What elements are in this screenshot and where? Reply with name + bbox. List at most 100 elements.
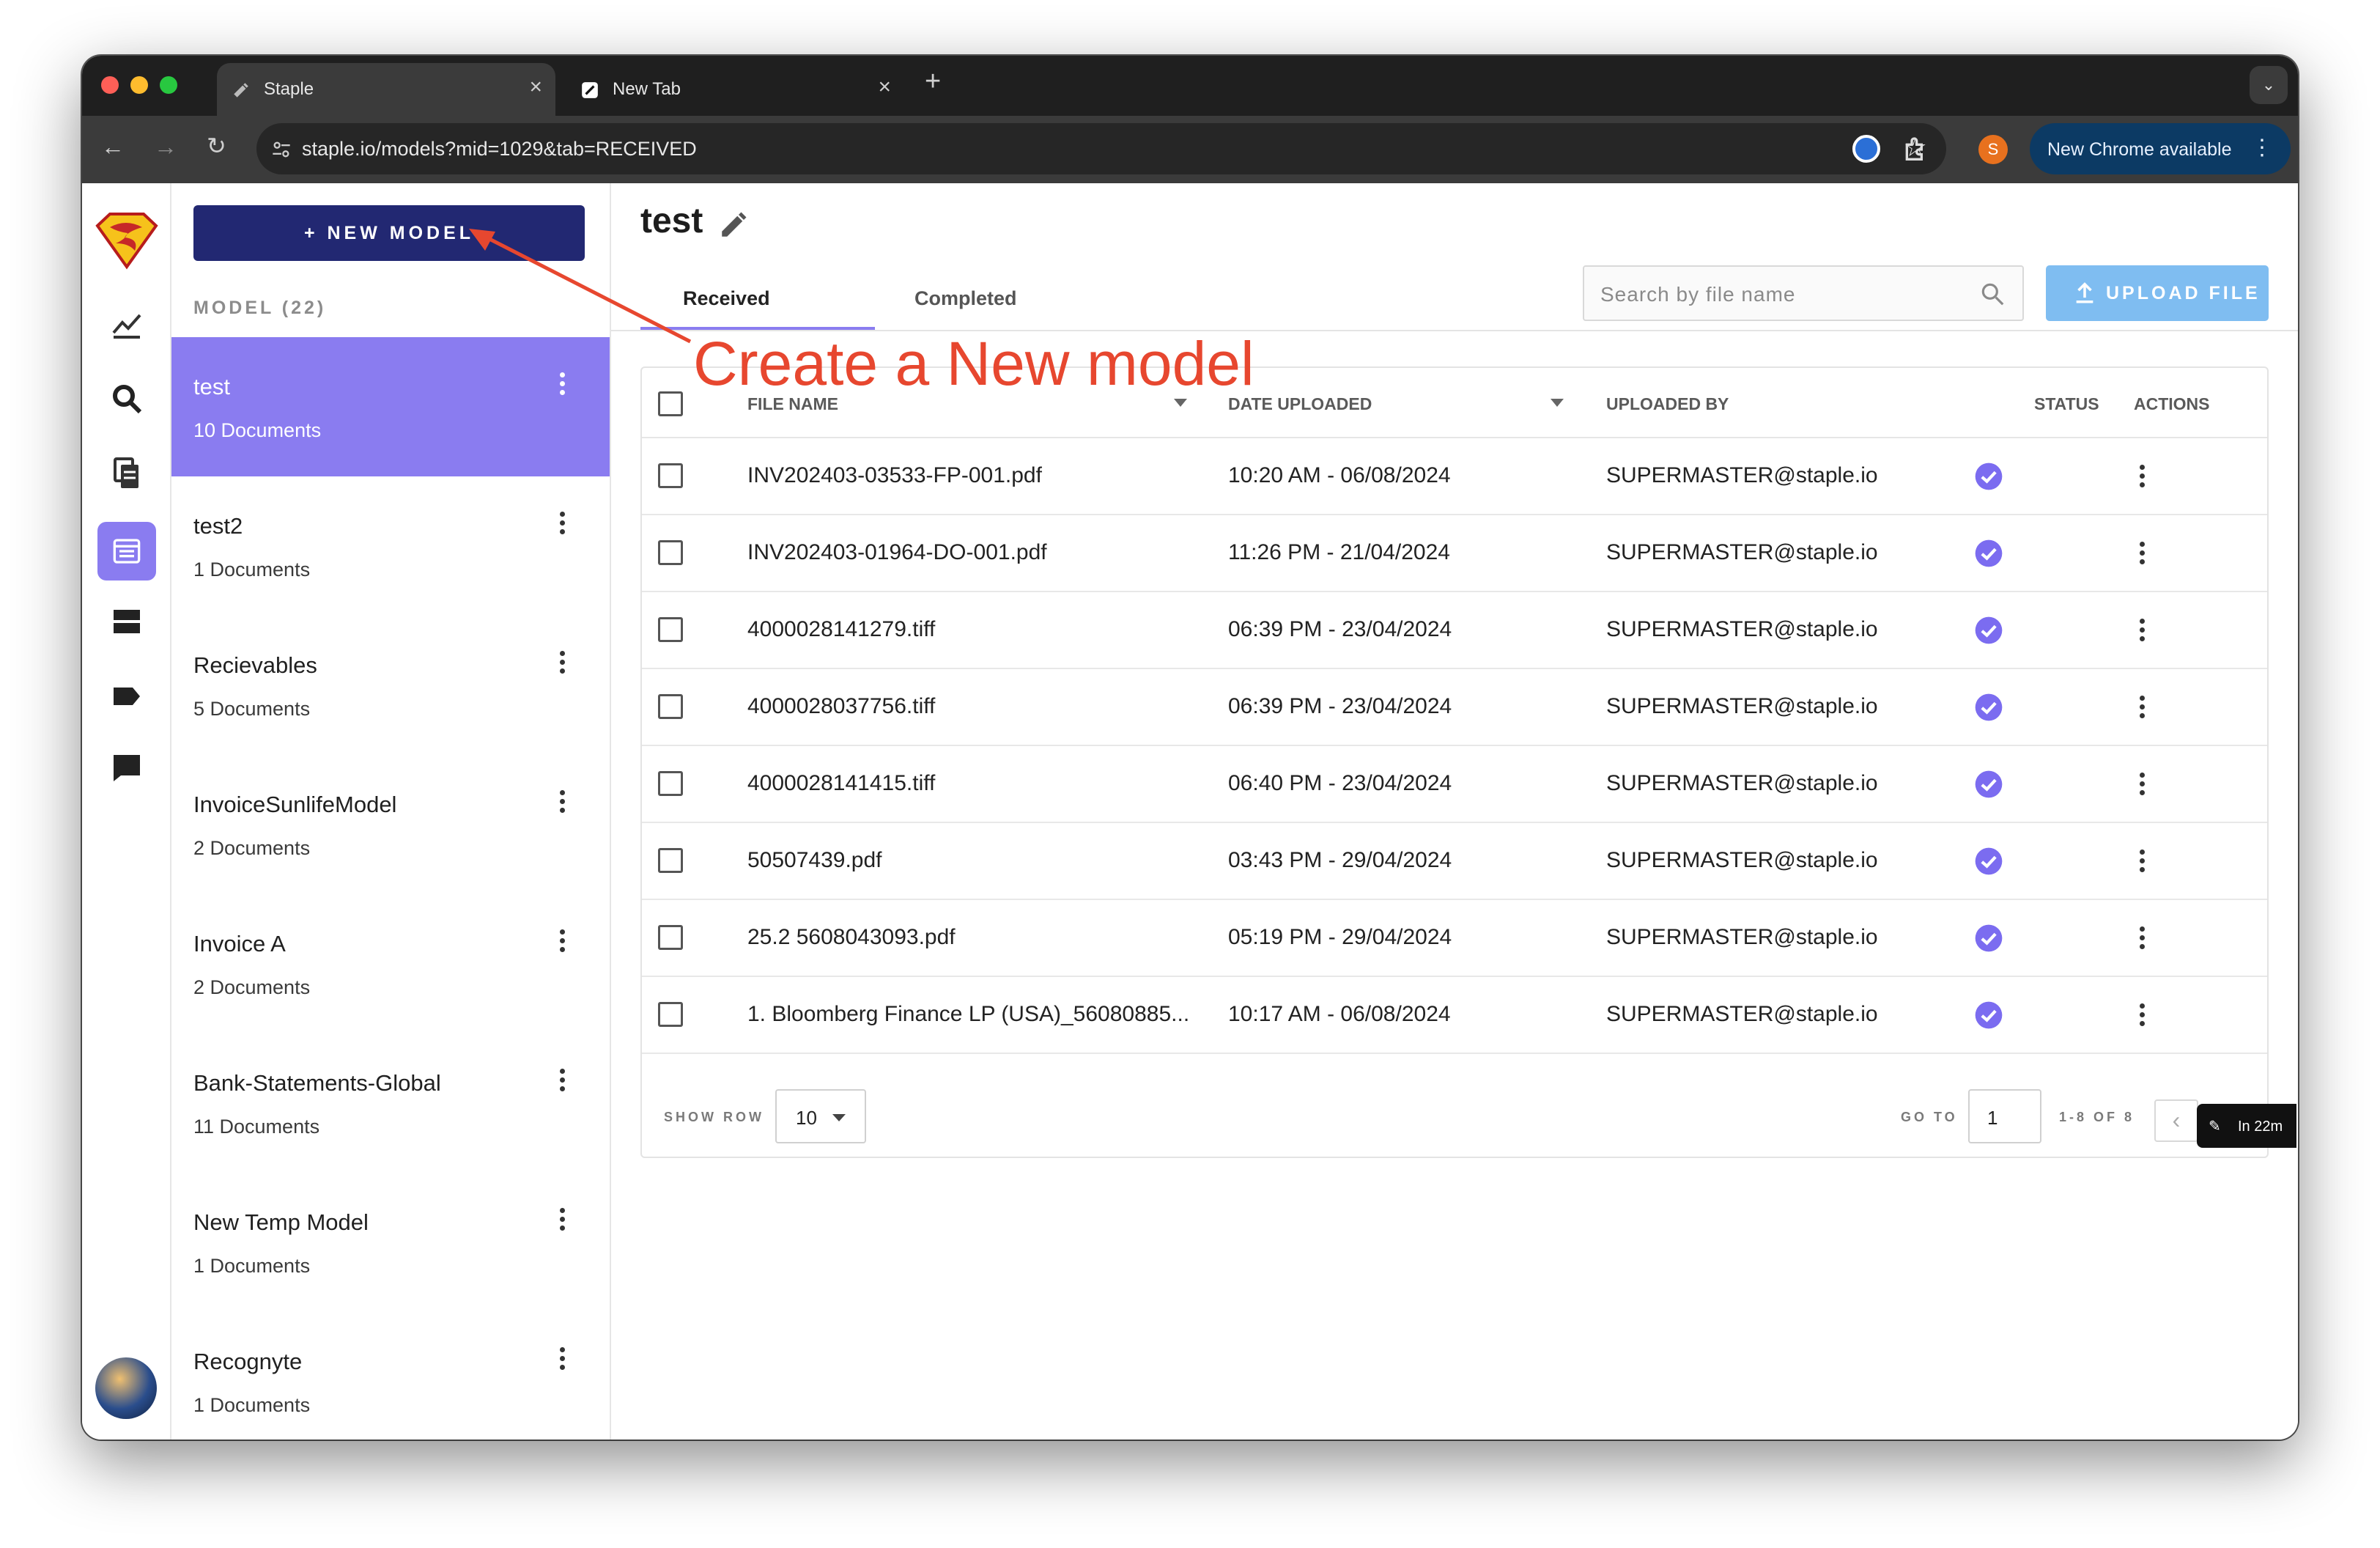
row-checkbox[interactable] [658,540,683,565]
model-more-icon[interactable] [560,512,566,535]
file-name[interactable]: 25.2 5608043093.pdf [747,925,956,950]
status-check-icon [1975,616,2003,644]
new-chrome-available-button[interactable]: New Chrome available ⋮ [2030,123,2291,174]
row-actions-icon[interactable] [2140,542,2146,565]
table-row[interactable]: INV202403-03533-FP-001.pdf 10:20 AM - 06… [642,438,2267,515]
new-tab-plus-icon[interactable]: + [925,66,941,97]
model-item-invoice-a[interactable]: Invoice A 2 Documents [171,894,610,1033]
storage-icon[interactable] [109,604,144,639]
row-checkbox[interactable] [658,617,683,642]
upload-file-button[interactable]: UPLOAD FILE [2046,265,2269,321]
tab-received[interactable]: Received [683,287,770,310]
go-to-page-input[interactable]: 1 [1968,1089,2041,1143]
row-checkbox[interactable] [658,1002,683,1027]
model-more-icon[interactable] [560,790,566,814]
model-item-test[interactable]: test 10 Documents [171,337,610,476]
site-settings-icon[interactable] [271,139,292,160]
forward-arrow-icon[interactable]: → [154,133,177,161]
minimize-window-icon[interactable] [130,76,148,94]
label-tag-icon[interactable] [109,679,144,714]
superman-logo-icon[interactable] [95,211,158,270]
edit-pencil-icon[interactable] [718,210,749,240]
file-name[interactable]: 50507439.pdf [747,848,882,873]
table-row[interactable]: 25.2 5608043093.pdf 05:19 PM - 29/04/202… [642,900,2267,977]
close-tab-icon[interactable]: × [878,75,891,100]
analytics-chart-icon[interactable] [109,306,144,342]
table-row[interactable]: 50507439.pdf 03:43 PM - 29/04/2024 SUPER… [642,823,2267,900]
table-row[interactable]: 4000028141279.tiff 06:39 PM - 23/04/2024… [642,592,2267,669]
tab-completed[interactable]: Completed [914,287,1017,310]
file-name[interactable]: 4000028141415.tiff [747,771,935,796]
file-name[interactable]: 1. Bloomberg Finance LP (USA)_56080885..… [747,1002,1189,1027]
profile-avatar[interactable]: S [1978,135,2008,164]
model-doc-count: 5 Documents [193,698,311,720]
new-model-button[interactable]: + NEW MODEL [193,205,585,261]
chat-icon[interactable] [109,751,144,786]
model-item-recievables[interactable]: Recievables 5 Documents [171,616,610,755]
table-row[interactable]: 1. Bloomberg Finance LP (USA)_56080885..… [642,977,2267,1054]
address-bar[interactable]: staple.io/models?mid=1029&tab=RECEIVED ☆ [256,123,1946,174]
file-name[interactable]: INV202403-01964-DO-001.pdf [747,540,1047,565]
extensions-puzzle-icon[interactable] [1901,135,1930,164]
close-tab-icon[interactable]: × [529,75,542,100]
user-avatar[interactable] [95,1357,157,1419]
search-input[interactable]: Search by file name [1583,265,2024,321]
table-footer: SHOW ROW 10 GO TO 1 1-8 OF 8 ‹ ✎ In 22m [642,1075,2296,1157]
model-more-icon[interactable] [560,929,566,953]
row-actions-icon[interactable] [2140,465,2146,488]
model-item-bank-statements-global[interactable]: Bank-Statements-Global 11 Documents [171,1033,610,1173]
select-arrow-icon [832,1114,846,1121]
row-checkbox[interactable] [658,694,683,719]
row-actions-icon[interactable] [2140,926,2146,950]
table-row[interactable]: INV202403-01964-DO-001.pdf 11:26 PM - 21… [642,515,2267,592]
prev-page-chevron-icon[interactable]: ‹ [2154,1099,2198,1142]
row-checkbox[interactable] [658,771,683,796]
row-actions-icon[interactable] [2140,619,2146,642]
row-actions-icon[interactable] [2140,849,2146,873]
models-table-icon [113,539,141,564]
file-name[interactable]: 4000028141279.tiff [747,617,935,642]
model-item-new-temp-model[interactable]: New Temp Model 1 Documents [171,1173,610,1312]
close-window-icon[interactable] [101,76,119,94]
browser-window: Staple × New Tab × + ⌄ ← → ↻ staple.io/m… [82,56,2298,1440]
model-item-recognyte[interactable]: Recognyte 1 Documents [171,1312,610,1440]
sort-dropdown-icon[interactable] [1551,399,1564,407]
search-icon[interactable] [109,381,144,416]
model-more-icon[interactable] [560,1069,566,1092]
tab-search-chevron-icon[interactable]: ⌄ [2250,66,2288,104]
new-tab-favicon-icon [582,82,598,98]
file-name[interactable]: 4000028037756.tiff [747,694,935,719]
model-more-icon[interactable] [560,1208,566,1231]
password-manager-icon[interactable] [1852,135,1880,163]
row-actions-icon[interactable] [2140,1003,2146,1027]
row-actions-icon[interactable] [2140,773,2146,796]
row-actions-icon[interactable] [2140,696,2146,719]
model-more-icon[interactable] [560,372,566,396]
row-checkbox[interactable] [658,463,683,488]
back-arrow-icon[interactable]: ← [101,133,125,161]
model-item-test2[interactable]: test2 1 Documents [171,476,610,616]
sort-dropdown-icon[interactable] [1174,399,1187,407]
uploaded-by: SUPERMASTER@staple.io [1606,925,1878,949]
row-checkbox[interactable] [658,848,683,873]
model-more-icon[interactable] [560,1347,566,1371]
reload-icon[interactable]: ↻ [207,132,226,160]
table-row[interactable]: 4000028037756.tiff 06:39 PM - 23/04/2024… [642,669,2267,746]
select-all-checkbox[interactable] [658,391,683,416]
models-nav-active[interactable] [97,522,156,580]
table-row[interactable]: 4000028141415.tiff 06:40 PM - 23/04/2024… [642,746,2267,823]
browser-tab-staple[interactable]: Staple × [217,63,555,116]
row-checkbox[interactable] [658,925,683,950]
model-item-invoicesunlifemodel[interactable]: InvoiceSunlifeModel 2 Documents [171,755,610,894]
browser-tab-new-tab[interactable]: New Tab × [566,63,904,116]
model-name: test [193,374,230,399]
model-more-icon[interactable] [560,651,566,674]
rows-per-page-select[interactable]: 10 [775,1089,866,1143]
uploaded-by: SUPERMASTER@staple.io [1606,1002,1878,1026]
search-icon[interactable] [1978,280,2006,308]
documents-icon[interactable] [109,456,144,491]
file-name[interactable]: INV202403-03533-FP-001.pdf [747,463,1042,488]
zoom-window-icon[interactable] [160,76,177,94]
uploaded-by: SUPERMASTER@staple.io [1606,463,1878,487]
model-name: Recognyte [193,1349,303,1374]
